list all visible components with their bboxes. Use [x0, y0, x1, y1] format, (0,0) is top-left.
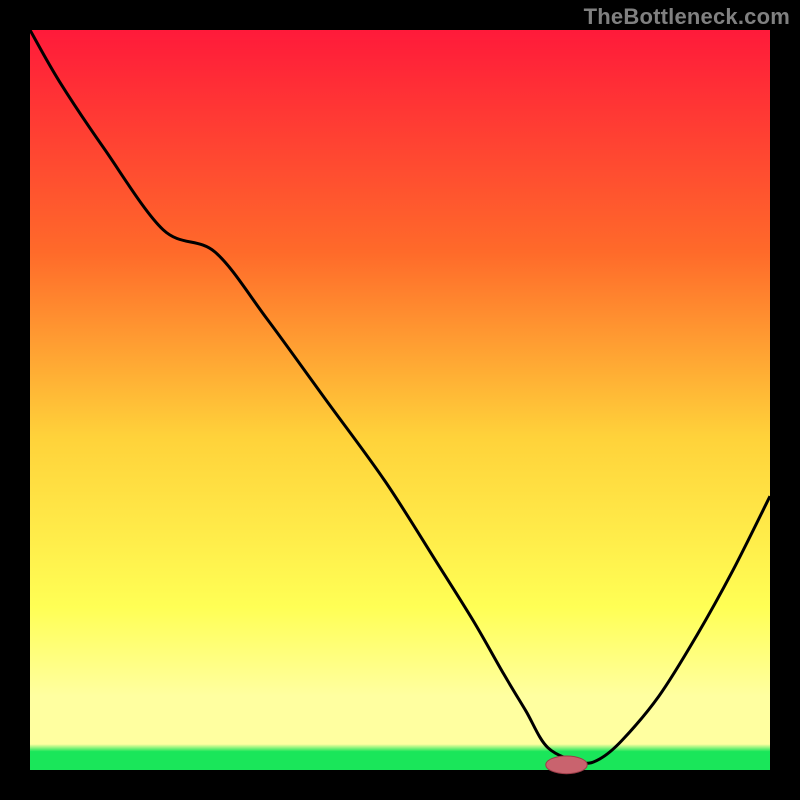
plot-background [30, 30, 770, 770]
chart-frame: { "watermark": "TheBottleneck.com", "col… [0, 0, 800, 800]
bottleneck-chart [0, 0, 800, 800]
optimum-marker [546, 756, 587, 774]
